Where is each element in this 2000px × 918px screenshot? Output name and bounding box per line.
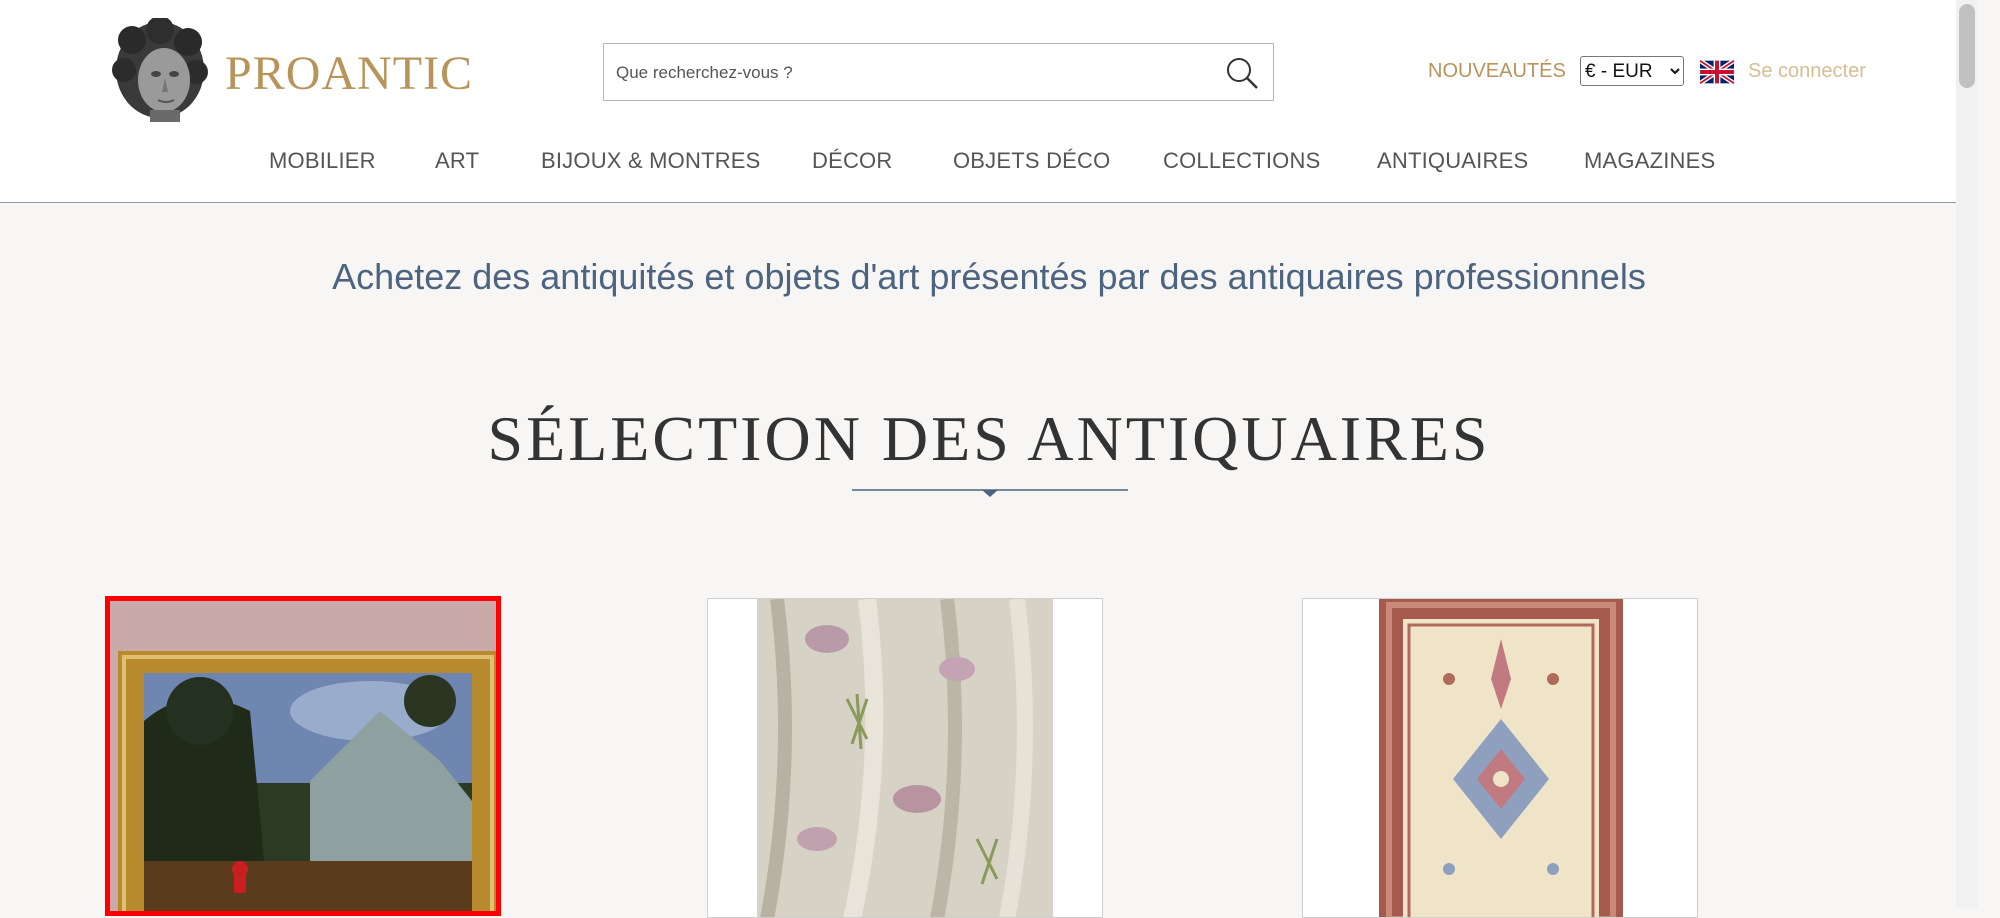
tagline: Achetez des antiquités et objets d'art p… [332, 256, 1646, 297]
fabric-image [757, 599, 1053, 917]
nav-item-art[interactable]: ART [435, 148, 479, 174]
header-utility-bar: NOUVEAUTÉS € - EUR Se connecter [1428, 56, 1868, 88]
vertical-scrollbar[interactable] [1956, 0, 1978, 908]
painting-image [110, 601, 496, 911]
nav-item-magazines[interactable]: MAGAZINES [1584, 148, 1715, 174]
search-box [603, 43, 1274, 101]
nav-item-objets-deco[interactable]: OBJETS DÉCO [953, 148, 1110, 174]
main-nav: MOBILIER ART BIJOUX & MONTRES DÉCOR OBJE… [0, 148, 1978, 182]
nav-item-decor[interactable]: DÉCOR [812, 148, 892, 174]
nav-item-collections[interactable]: COLLECTIONS [1163, 148, 1320, 174]
search-input[interactable] [614, 52, 1198, 94]
logo-link[interactable]: PROANTIC [110, 18, 474, 128]
search-icon[interactable] [1225, 56, 1259, 90]
sculpted-head-logo-icon [112, 18, 208, 122]
nav-item-bijoux-montres[interactable]: BIJOUX & MONTRES [541, 148, 761, 174]
product-card-rug[interactable] [1302, 598, 1698, 918]
login-link[interactable]: Se connecter [1748, 60, 1866, 83]
product-card-fabric[interactable] [707, 598, 1103, 918]
nouveautes-link[interactable]: NOUVEAUTÉS [1428, 60, 1566, 83]
scrollbar-thumb[interactable] [1959, 4, 1975, 88]
section-title: SÉLECTION DES ANTIQUAIRES [487, 403, 1491, 474]
uk-flag-icon[interactable] [1700, 60, 1734, 84]
rug-image [1379, 599, 1623, 917]
nav-item-antiquaires[interactable]: ANTIQUAIRES [1377, 148, 1528, 174]
product-card-painting[interactable] [105, 596, 501, 916]
logo-text: PROANTIC [225, 47, 474, 100]
site-header: PROANTIC NOUVEAUTÉS € - EUR [0, 0, 1978, 203]
nav-item-mobilier[interactable]: MOBILIER [269, 148, 376, 174]
currency-select[interactable]: € - EUR [1580, 56, 1684, 86]
section-divider [852, 489, 1128, 497]
